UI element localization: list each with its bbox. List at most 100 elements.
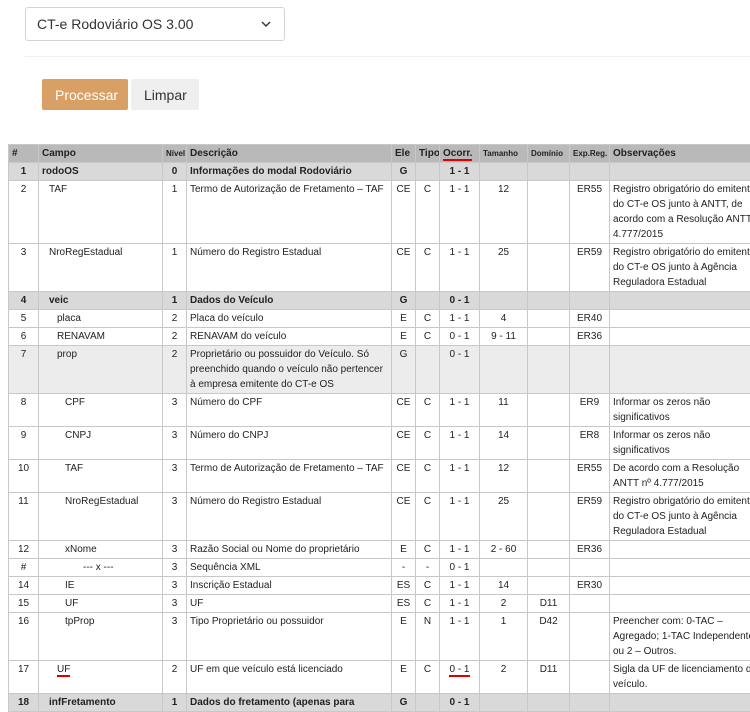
cell-nivel: 1: [163, 181, 187, 244]
cell-expreg: [570, 661, 610, 694]
cell-dominio: [528, 460, 570, 493]
cell-expreg-text: ER9: [580, 397, 599, 408]
cell-dominio: [528, 427, 570, 460]
cell-nivel: 1: [163, 694, 187, 712]
cell-campo-text: xNome: [65, 544, 97, 555]
layout-select[interactable]: CT-e Rodoviário OS 3.00: [25, 7, 285, 41]
cell-nivel: 1: [163, 244, 187, 292]
cell-campo-text: UF: [65, 598, 78, 609]
cell-ocorr: 1 - 1: [440, 394, 480, 427]
cell-expreg-text: ER8: [580, 430, 599, 441]
cell-nivel-text: 3: [172, 616, 178, 627]
cell-tipo-text: C: [424, 664, 431, 675]
cell-expreg: ER36: [570, 541, 610, 559]
cell-tipo: C: [416, 493, 440, 541]
cell-tamanho: 11: [480, 394, 528, 427]
cell-campo: TAF: [39, 460, 163, 493]
cell-num-text: 8: [21, 397, 27, 408]
cell-tamanho: 2 - 60: [480, 541, 528, 559]
cell-num-text: 10: [18, 463, 29, 474]
cell-expreg-text: ER59: [577, 247, 602, 258]
cell-dominio: [528, 394, 570, 427]
cell-campo: tpProp: [39, 613, 163, 661]
cell-campo-text: TAF: [65, 463, 83, 474]
col-header-descricao: Descrição: [187, 145, 392, 163]
col-header-tipo: Tipo: [416, 145, 440, 163]
cell-campo: --- x ---: [39, 559, 163, 577]
cell-expreg-text: ER36: [577, 544, 602, 555]
cell-tamanho-text: 11: [498, 397, 508, 408]
cell-descricao-text: Inscrição Estadual: [190, 580, 272, 591]
cell-campo-text: IE: [65, 580, 74, 591]
cell-expreg: ER55: [570, 181, 610, 244]
clear-button[interactable]: Limpar: [131, 79, 199, 110]
cell-descricao: Número do CPF: [187, 394, 392, 427]
cell-ocorr-text: 0 - 1: [449, 697, 469, 708]
cell-num: 10: [9, 460, 39, 493]
cell-nivel-text: 3: [172, 397, 178, 408]
cell-campo: CPF: [39, 394, 163, 427]
cell-descricao: Número do CNPJ: [187, 427, 392, 460]
cell-observacoes-text: Registro obrigatório do emitente do CT-e…: [613, 247, 750, 288]
ocorr-header-label: Ocorr.: [443, 148, 472, 159]
cell-nivel-text: 3: [172, 430, 178, 441]
cell-nivel-text: 3: [172, 562, 178, 573]
cell-num: 18: [9, 694, 39, 712]
cell-ele: CE: [392, 460, 416, 493]
cell-descricao: UF em que veículo está licenciado: [187, 661, 392, 694]
cell-tipo: C: [416, 181, 440, 244]
cell-ocorr-text: 0 - 1: [449, 562, 469, 573]
cell-ocorr-text: 1 - 1: [449, 544, 469, 555]
cell-observacoes: Sigla da UF de licenciamento do veículo.: [610, 661, 750, 694]
cell-ocorr-text: 0 - 1: [449, 664, 469, 675]
table-row: 1rodoOS0Informações do modal RodoviárioG…: [9, 163, 750, 181]
cell-campo-text: infFretamento: [49, 697, 116, 708]
cell-nivel-text: 2: [172, 349, 178, 360]
cell-ele-text: CE: [397, 463, 411, 474]
cell-tamanho-text: 2 - 60: [491, 544, 517, 555]
cell-num-text: 4: [21, 295, 27, 306]
cell-observacoes: [610, 541, 750, 559]
cell-tipo-text: C: [424, 598, 431, 609]
cell-ele-text: G: [400, 697, 408, 708]
cell-nivel: 3: [163, 577, 187, 595]
cell-ele: CE: [392, 394, 416, 427]
process-button[interactable]: Processar: [42, 79, 128, 110]
table-row: 12xNome3Razão Social ou Nome do propriet…: [9, 541, 750, 559]
cell-num: 5: [9, 310, 39, 328]
cell-ele: CE: [392, 427, 416, 460]
cell-descricao: Informações do modal Rodoviário: [187, 163, 392, 181]
cell-ocorr-text: 1 - 1: [449, 313, 469, 324]
cell-ocorr-text: 1 - 1: [449, 580, 469, 591]
cell-ele: E: [392, 661, 416, 694]
cell-ele: G: [392, 694, 416, 712]
cell-observacoes: [610, 346, 750, 394]
cell-ocorr-text: 1 - 1: [449, 430, 469, 441]
cell-descricao-text: Razão Social ou Nome do proprietário: [190, 544, 360, 555]
cell-nivel: 2: [163, 346, 187, 394]
cell-nivel-text: 0: [172, 166, 178, 177]
cell-nivel-text: 1: [172, 697, 178, 708]
cell-ocorr-text: 1 - 1: [449, 616, 469, 627]
cell-ocorr: 0 - 1: [440, 661, 480, 694]
col-header-num: #: [9, 145, 39, 163]
cell-descricao: Número do Registro Estadual: [187, 493, 392, 541]
cell-tipo-text: C: [424, 544, 431, 555]
cell-ele-text: E: [400, 664, 407, 675]
cell-ocorr-text: 1 - 1: [449, 463, 469, 474]
cell-expreg: ER36: [570, 328, 610, 346]
cell-dominio-text: D11: [540, 598, 558, 609]
cell-nivel-text: 3: [172, 544, 178, 555]
col-header-expreg: Exp.Reg.: [570, 145, 610, 163]
cell-nivel: 2: [163, 310, 187, 328]
cell-campo-text: CPF: [65, 397, 85, 408]
cell-num-text: 5: [21, 313, 27, 324]
cell-descricao-text: Proprietário ou possuidor do Veículo. Só…: [190, 349, 383, 390]
cell-ele-text: CE: [397, 430, 411, 441]
cell-nivel: 3: [163, 595, 187, 613]
cell-dominio: [528, 541, 570, 559]
cell-num: 6: [9, 328, 39, 346]
col-header-dominio: Domínio: [528, 145, 570, 163]
cell-num-text: #: [21, 562, 27, 573]
cell-tamanho: 25: [480, 244, 528, 292]
